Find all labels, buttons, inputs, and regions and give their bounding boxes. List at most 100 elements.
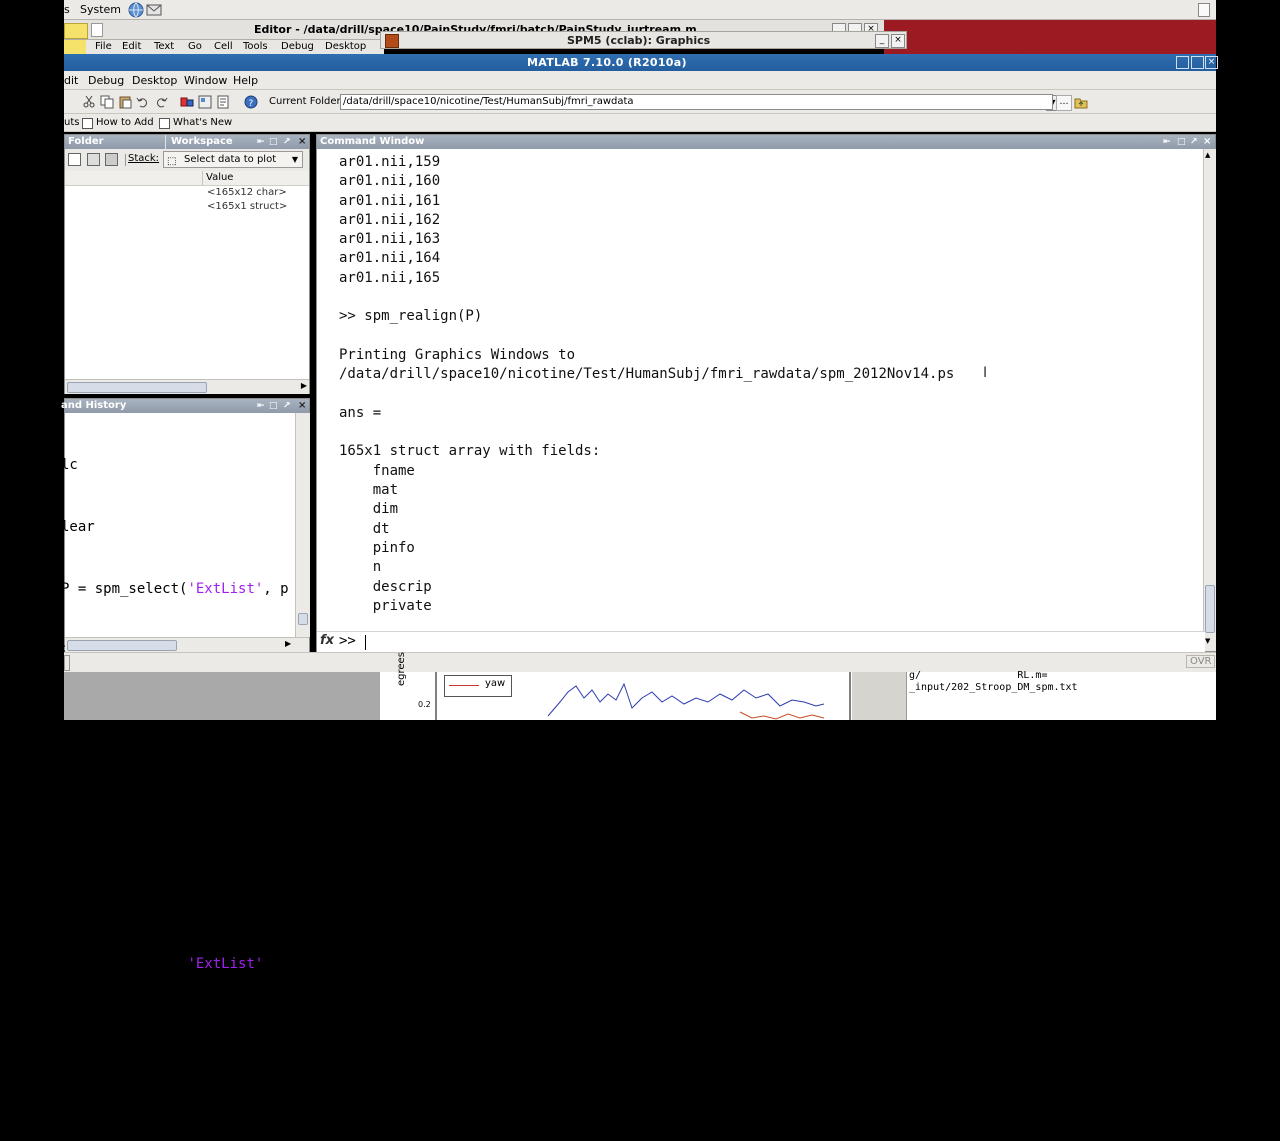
header-divider	[202, 171, 203, 185]
matlab-maximize-button[interactable]	[1191, 56, 1204, 69]
profiler-icon[interactable]	[216, 95, 230, 109]
command-output-line: fname	[339, 462, 415, 479]
guide-icon[interactable]	[198, 95, 212, 109]
history-item[interactable]: P = spm_select('ExtList', p	[61, 579, 289, 600]
how-to-add-link[interactable]: How to Add	[96, 117, 154, 128]
undo-icon[interactable]	[136, 95, 150, 109]
matlab-title: MATLAB 7.10.0 (R2010a)	[527, 56, 687, 69]
plot-select-value: Select data to plot	[184, 154, 277, 165]
matlab-minimize-button[interactable]	[1176, 56, 1189, 69]
command-output-line: /data/drill/space10/nicotine/Test/HumanS…	[339, 366, 955, 383]
command-output-line: mat	[339, 482, 399, 499]
spm-close-button[interactable]: ×	[891, 34, 905, 48]
editor-menu-go[interactable]: Go	[188, 41, 202, 52]
menu-debug[interactable]: Debug	[88, 74, 124, 87]
menu-help[interactable]: Help	[233, 74, 258, 87]
command-output-line: private	[339, 597, 432, 614]
up-folder-icon[interactable]	[1074, 95, 1088, 109]
editor-menu-desktop[interactable]: Desktop	[325, 41, 366, 52]
panel-close-icon[interactable]: ×	[298, 135, 306, 149]
menu-edit[interactable]: dit	[64, 74, 78, 87]
applications-menu[interactable]: s	[64, 3, 70, 16]
start-button[interactable]	[64, 655, 70, 671]
stack-label[interactable]: Stack:	[128, 153, 159, 164]
history-item[interactable]	[61, 1016, 289, 1037]
copy-icon[interactable]	[100, 95, 114, 109]
current-folder-input[interactable]: /data/drill/space10/nicotine/Test/HumanS…	[340, 94, 1053, 110]
cmd-dock-icon[interactable]: ⇤	[1163, 135, 1171, 149]
help-icon[interactable]: ?	[244, 95, 258, 109]
table-row[interactable]: <165x12 char>	[207, 187, 287, 198]
globe-icon[interactable]	[128, 2, 144, 18]
workspace-hscroll-thumb[interactable]	[67, 382, 207, 393]
simulink-icon[interactable]	[180, 95, 194, 109]
history-vscrollbar[interactable]	[295, 413, 310, 637]
history-item[interactable]: lc	[61, 891, 289, 912]
whats-new-link[interactable]: What's New	[173, 117, 232, 128]
tab-current-folder[interactable]: Folder	[68, 135, 104, 149]
spm-graphics-title-bar[interactable]: SPM5 (cclab): Graphics _ ×	[380, 31, 907, 49]
scroll-down-icon[interactable]: ▼	[1205, 637, 1210, 645]
cut-icon[interactable]	[82, 95, 96, 109]
editor-menu-file[interactable]: File	[95, 41, 112, 52]
editor-menu-cell[interactable]: Cell	[214, 41, 233, 52]
history-scroll-right-icon[interactable]: ▶	[285, 639, 291, 648]
menu-window[interactable]: Window	[184, 74, 227, 87]
current-folder-value: /data/drill/space10/nicotine/Test/HumanS…	[343, 96, 634, 107]
panel-maximize-icon[interactable]: □	[269, 135, 278, 149]
spm-graphics-title: SPM5 (cclab): Graphics	[567, 34, 711, 47]
command-vscroll-thumb[interactable]	[1205, 585, 1215, 633]
history-hscrollbar[interactable]: ▶	[65, 637, 309, 652]
spm-minimize-button[interactable]: _	[875, 34, 889, 48]
history-hscroll-thumb[interactable]	[67, 640, 177, 651]
history-dock-icon[interactable]: ⇤	[257, 399, 265, 413]
tab-workspace[interactable]: Workspace	[171, 135, 233, 149]
menu-desktop[interactable]: Desktop	[132, 74, 177, 87]
history-item[interactable]: lc	[61, 767, 289, 788]
paste-icon[interactable]	[118, 95, 132, 109]
new-variable-icon[interactable]	[68, 153, 81, 166]
command-output-line: Printing Graphics Windows to	[339, 346, 576, 363]
panel-dock-icon[interactable]: ⇤	[257, 135, 265, 149]
history-item[interactable]: P = spm_select('ExtList', p	[61, 954, 289, 975]
redo-icon[interactable]	[154, 95, 168, 109]
fx-icon[interactable]: fx	[320, 633, 334, 648]
scroll-up-icon[interactable]: ▲	[1205, 151, 1210, 159]
browse-folder-button[interactable]: …	[1056, 95, 1072, 111]
history-item[interactable]: lear	[61, 517, 289, 538]
history-item[interactable]: lear	[61, 829, 289, 850]
matlab-title-bar[interactable]: MATLAB 7.10.0 (R2010a) ×	[64, 54, 1218, 71]
plot-select-dropdown[interactable]: ⬚ Select data to plot ▼	[163, 151, 303, 168]
cmd-maximize-icon[interactable]: □	[1177, 135, 1186, 149]
editor-menu-text[interactable]: Text	[154, 41, 174, 52]
status-bar: OVR	[64, 652, 1216, 672]
tab-divider	[165, 135, 166, 149]
command-vscrollbar[interactable]: ▲ ▼	[1203, 149, 1216, 651]
cmd-undock-icon[interactable]: ↗	[1190, 135, 1198, 149]
workspace-hscrollbar[interactable]: ▶	[65, 379, 309, 394]
editor-menu-debug[interactable]: Debug	[281, 41, 314, 52]
table-row[interactable]: <165x1 struct>	[207, 201, 287, 212]
history-item[interactable]: lc	[61, 455, 289, 476]
history-close-icon[interactable]: ×	[298, 399, 306, 413]
history-list[interactable]: lc lear P = spm_select('ExtList', p P = …	[61, 413, 289, 1141]
history-item[interactable]: spm_realign(P)	[61, 1079, 289, 1100]
history-undock-icon[interactable]: ↗	[283, 399, 291, 413]
column-value[interactable]: Value	[206, 172, 233, 183]
panel-undock-icon[interactable]: ↗	[283, 135, 291, 149]
command-window[interactable]: Command Window ⇤ □ ↗ × ar01.nii,159 ar01.…	[316, 134, 1216, 652]
mail-icon[interactable]	[146, 2, 162, 18]
cmd-close-icon[interactable]: ×	[1203, 135, 1211, 149]
command-prompt-line[interactable]: fx >>	[317, 631, 1205, 652]
tray-box-icon[interactable]	[1198, 3, 1210, 17]
matlab-menu-bar: dit Debug Desktop Window Help	[64, 71, 1216, 90]
system-menu[interactable]: System	[80, 3, 121, 16]
save-workspace-icon[interactable]	[105, 153, 118, 166]
open-variable-icon[interactable]	[87, 153, 100, 166]
history-vscroll-thumb[interactable]	[298, 613, 308, 625]
editor-menu-tools[interactable]: Tools	[243, 41, 268, 52]
scroll-right-icon[interactable]: ▶	[301, 381, 307, 390]
history-maximize-icon[interactable]: □	[269, 399, 278, 413]
matlab-close-button[interactable]: ×	[1205, 56, 1218, 69]
editor-menu-edit[interactable]: Edit	[122, 41, 141, 52]
